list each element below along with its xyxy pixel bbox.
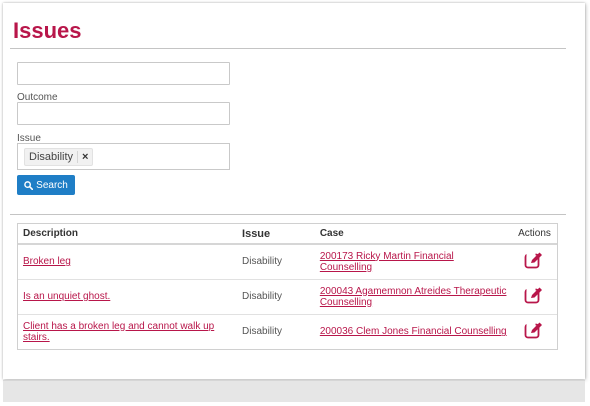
search-icon [24, 180, 34, 190]
edit-icon[interactable] [524, 286, 544, 304]
search-button[interactable]: Search [17, 175, 75, 195]
issue-multiselect[interactable]: Disability × [17, 143, 230, 170]
header-actions: Actions [511, 224, 557, 245]
case-link[interactable]: 200036 Clem Jones Financial Counselling [320, 326, 507, 337]
table-row: Is an unquiet ghost. Disability 200043 A… [18, 278, 557, 314]
description-link[interactable]: Broken leg [23, 256, 71, 267]
issue-cell: Disability [237, 313, 315, 349]
table-header-row: Description Issue Case Actions [18, 224, 557, 245]
search-button-label: Search [36, 179, 68, 191]
issue-cell: Disability [237, 278, 315, 314]
table-row: Client has a broken leg and cannot walk … [18, 313, 557, 349]
table-row: Broken leg Disability 200173 Ricky Marti… [18, 244, 557, 279]
case-link[interactable]: 200043 Agamemnon Atreides Therapeutic Co… [320, 286, 507, 308]
description-link[interactable]: Client has a broken leg and cannot walk … [23, 321, 214, 343]
issue-tag: Disability × [24, 148, 94, 166]
case-link[interactable]: 200173 Ricky Martin Financial Counsellin… [320, 251, 454, 273]
description-link[interactable]: Is an unquiet ghost. [23, 291, 110, 302]
issue-tag-label: Disability [29, 151, 79, 163]
edit-icon[interactable] [524, 321, 544, 339]
issues-table: Description Issue Case Actions Broken le… [17, 223, 558, 350]
header-case: Case [314, 224, 512, 245]
outcome-input[interactable] [17, 102, 230, 125]
page-title: Issues [13, 18, 82, 43]
section-divider [10, 214, 566, 215]
footer-strip [3, 380, 585, 402]
filter-first-field[interactable] [17, 62, 230, 85]
edit-icon[interactable] [524, 251, 544, 269]
issue-cell: Disability [242, 256, 283, 268]
remove-tag-icon[interactable]: × [78, 151, 88, 163]
header-issue: Issue [237, 224, 315, 245]
title-divider [10, 48, 566, 49]
header-description: Description [18, 224, 238, 245]
